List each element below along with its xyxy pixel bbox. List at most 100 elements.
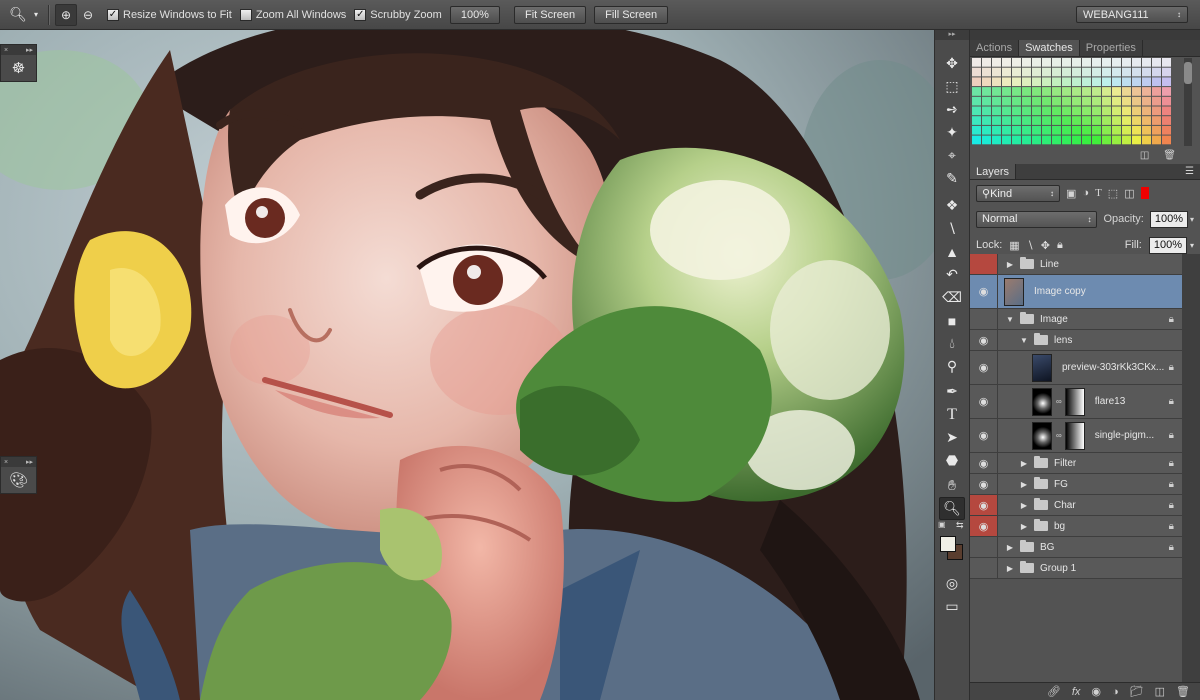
blur-tool-icon[interactable]: 💧︎	[935, 332, 969, 355]
swatch-cell[interactable]	[1082, 116, 1091, 125]
swatch-cell[interactable]	[992, 77, 1001, 87]
layer-row[interactable]: ▶ BG 🔒︎	[970, 537, 1182, 558]
swatch-cell[interactable]	[1062, 135, 1071, 145]
swatch-cell[interactable]	[1092, 125, 1101, 135]
swatch-cell[interactable]	[1022, 106, 1031, 116]
eyedropper-icon[interactable]: ✎	[935, 167, 969, 190]
fill-screen-button[interactable]: Fill Screen	[594, 5, 669, 24]
document-canvas[interactable]: × ▸▸ ☸ × ▸▸ 🎨︎	[0, 30, 934, 700]
swatch-cell[interactable]	[1072, 96, 1081, 106]
swatch-cell[interactable]	[972, 67, 981, 77]
eye-icon[interactable]: ◉	[970, 385, 998, 418]
eye-icon[interactable]: ◉	[970, 330, 998, 350]
swatch-cell[interactable]	[1022, 96, 1031, 106]
visibility-off-icon[interactable]	[970, 558, 998, 578]
eye-icon[interactable]: ◉	[970, 275, 998, 308]
swatch-cell[interactable]	[1052, 96, 1061, 106]
eye-icon[interactable]: ◉	[970, 516, 998, 536]
swatch-cell[interactable]	[1072, 77, 1081, 87]
swatch-cell[interactable]	[1072, 67, 1081, 77]
swatch-cell[interactable]	[1142, 96, 1151, 106]
visibility-off-icon[interactable]	[970, 309, 998, 329]
swatch-cell[interactable]	[1042, 125, 1051, 135]
layer-row[interactable]: ◉ preview-303rKk3CKx... 🔒︎	[970, 351, 1182, 385]
tab-swatches[interactable]: Swatches	[1019, 40, 1080, 56]
swatch-cell[interactable]	[1092, 135, 1101, 145]
zoom-in-icon[interactable]: ⊕	[55, 3, 77, 26]
swatch-cell[interactable]	[972, 87, 981, 96]
swatch-cell[interactable]	[1052, 58, 1061, 67]
quick-mask-icon[interactable]: ◎	[935, 572, 969, 595]
swatch-cell[interactable]	[1042, 116, 1051, 125]
swatch-cell[interactable]	[1002, 116, 1011, 125]
swatch-cell[interactable]	[1022, 77, 1031, 87]
swatch-cell[interactable]	[1032, 58, 1041, 67]
swatch-cell[interactable]	[972, 77, 981, 87]
swatch-cell[interactable]	[1032, 96, 1041, 106]
new-layer-icon[interactable]: ◫	[1155, 685, 1165, 698]
new-swatch-icon[interactable]: ◫	[1140, 150, 1149, 161]
expanded-arrow-icon[interactable]: ▼	[1004, 315, 1016, 324]
swatch-cell[interactable]	[1022, 125, 1031, 135]
expanded-arrow-icon[interactable]: ▼	[1018, 336, 1030, 345]
lock-image-icon[interactable]: ∖	[1027, 239, 1034, 252]
swatch-cell[interactable]	[1102, 106, 1111, 116]
swatch-cell[interactable]	[1012, 58, 1021, 67]
swatch-cell[interactable]	[1042, 106, 1051, 116]
swatch-cell[interactable]	[1002, 106, 1011, 116]
default-colors-icon[interactable]: ▣	[938, 520, 946, 529]
swatch-cell[interactable]	[982, 106, 991, 116]
swatch-cell[interactable]	[1162, 87, 1171, 96]
lock-transparent-icon[interactable]: ▦	[1009, 239, 1019, 252]
zoom-tool-icon[interactable]: 🔍︎	[939, 497, 965, 520]
eye-icon[interactable]: ◉	[970, 419, 998, 452]
layer-row[interactable]: ◉ ∞ flare13 🔒︎	[970, 385, 1182, 419]
scrubby-zoom-checkbox[interactable]: ✓ Scrubby Zoom	[354, 8, 442, 21]
swatch-cell[interactable]	[1092, 87, 1101, 96]
collapsed-arrow-icon[interactable]: ▶	[1018, 459, 1030, 468]
swatch-cell[interactable]	[1072, 116, 1081, 125]
workspace-switcher[interactable]: WEBANG111 ↕	[1076, 6, 1188, 23]
trash-icon[interactable]: 🗑︎	[1163, 150, 1176, 161]
swatch-cell[interactable]	[1012, 116, 1021, 125]
foreground-color-swatch[interactable]	[940, 536, 956, 552]
swatch-cell[interactable]	[1122, 67, 1131, 77]
swatch-cell[interactable]	[1012, 77, 1021, 87]
collapse-arrows-icon[interactable]: ▸▸	[26, 458, 33, 466]
swatch-cell[interactable]	[1142, 87, 1151, 96]
swatch-cell[interactable]	[1112, 77, 1121, 87]
swatch-cell[interactable]	[1072, 106, 1081, 116]
swatch-cell[interactable]	[1062, 58, 1071, 67]
swatch-cell[interactable]	[1062, 87, 1071, 96]
clone-stamp-icon[interactable]: ▲	[935, 240, 969, 263]
swatch-cell[interactable]	[972, 106, 981, 116]
swatch-cell[interactable]	[1132, 135, 1141, 145]
move-tool-icon[interactable]: ✥	[935, 52, 969, 75]
swatch-cell[interactable]	[1062, 96, 1071, 106]
swatch-cell[interactable]	[1122, 87, 1131, 96]
swatch-cell[interactable]	[1092, 58, 1101, 67]
swatch-cell[interactable]	[1082, 87, 1091, 96]
screen-mode-icon[interactable]: ▭	[935, 595, 969, 618]
layer-row[interactable]: ▶ Line	[970, 254, 1182, 275]
swatch-cell[interactable]	[992, 116, 1001, 125]
close-icon[interactable]: ×	[4, 459, 8, 466]
swatch-cell[interactable]	[1002, 96, 1011, 106]
swatch-cell[interactable]	[1162, 67, 1171, 77]
filter-smart-object-icon[interactable]: ◫	[1124, 187, 1134, 200]
hand-tool-icon[interactable]: ✋︎	[935, 474, 969, 497]
chevron-down-icon[interactable]: ▾	[1190, 215, 1194, 224]
swatch-cell[interactable]	[1042, 135, 1051, 145]
chain-link-icon[interactable]: ∞	[1056, 431, 1062, 440]
swatch-cell[interactable]	[1082, 135, 1091, 145]
swatch-cell[interactable]	[1082, 125, 1091, 135]
swatch-cell[interactable]	[982, 135, 991, 145]
swatch-cell[interactable]	[1082, 58, 1091, 67]
chevron-down-icon[interactable]: ▾	[1190, 241, 1194, 250]
brush-tool-icon[interactable]: ∖	[935, 217, 969, 240]
marquee-tool-icon[interactable]: ⬚	[935, 75, 969, 98]
swatch-cell[interactable]	[1062, 77, 1071, 87]
swatch-cell[interactable]	[1062, 106, 1071, 116]
filter-shape-icon[interactable]: ⬚	[1108, 187, 1118, 200]
swatch-cell[interactable]	[1092, 106, 1101, 116]
